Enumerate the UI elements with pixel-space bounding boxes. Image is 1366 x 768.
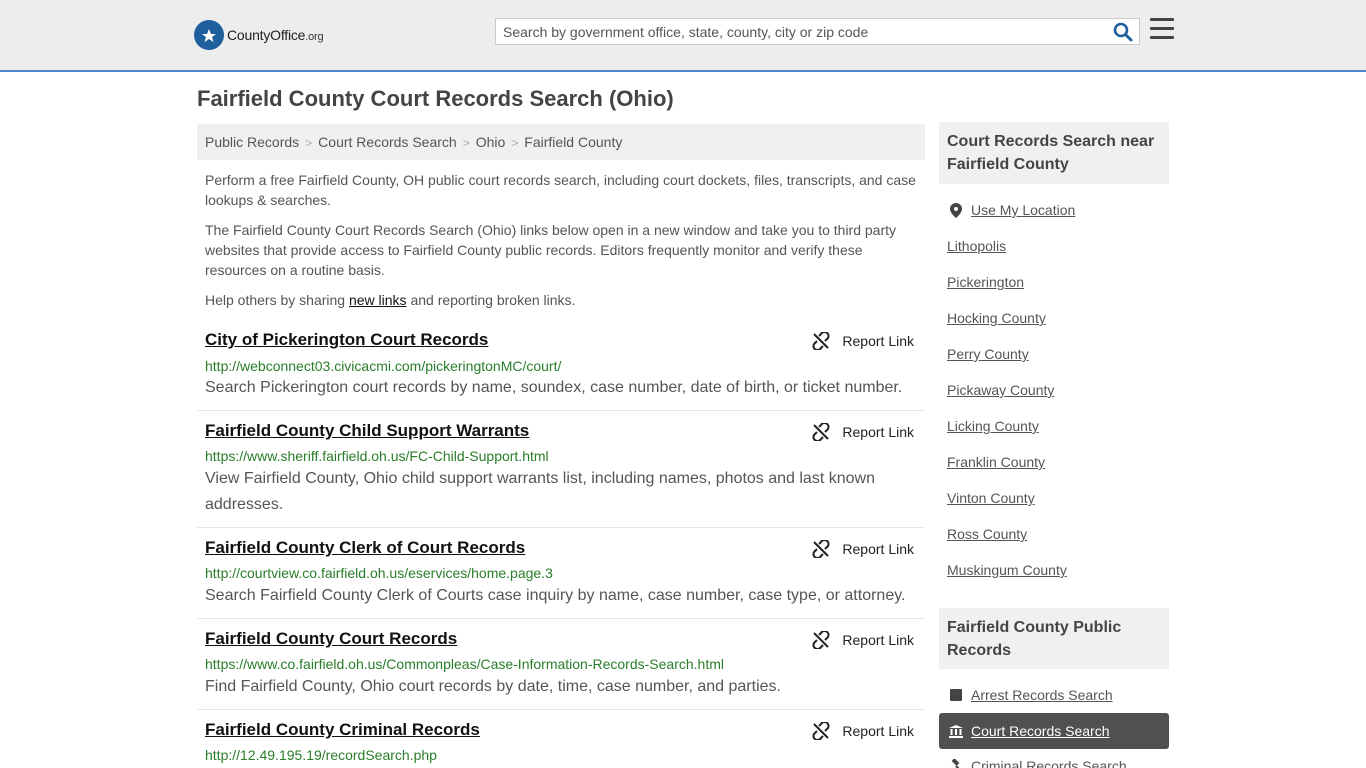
breadcrumb: Public Records > Court Records Search > Ohio… [197, 124, 925, 160]
search-box [495, 18, 1140, 45]
nearby-link-pickaway-county[interactable]: Pickaway County [947, 382, 1054, 398]
nearby-link-ross-county[interactable]: Ross County [947, 526, 1027, 542]
breadcrumb-ohio[interactable]: Ohio [476, 134, 506, 150]
result-title-link[interactable]: Fairfield County Court Records [205, 629, 457, 649]
result-url-link[interactable]: http://webconnect03.civicacmi.com/picker… [205, 358, 561, 374]
intro-text: Help others by sharing [205, 292, 349, 308]
result-description: Search Pickerington court records by nam… [205, 379, 903, 396]
logo-main-text: CountyOffice [227, 27, 306, 43]
courthouse-icon [949, 724, 963, 738]
report-link-label: Report Link [842, 723, 914, 739]
sidebar-item-court-records[interactable]: Court Records Search [939, 713, 1169, 749]
nearby-link-muskingum-county[interactable]: Muskingum County [947, 562, 1067, 578]
search-icon[interactable] [1113, 22, 1133, 42]
nearby-link-perry-county[interactable]: Perry County [947, 346, 1029, 362]
sidebar-public-records-heading: Fairfield County Public Records [939, 608, 1169, 669]
result-item: Fairfield County Criminal Records Report… [197, 720, 925, 768]
broken-link-icon [812, 423, 830, 441]
square-icon [949, 688, 963, 702]
result-item: City of Pickerington Court Records Repor… [197, 330, 925, 411]
nearby-link-franklin-county[interactable]: Franklin County [947, 454, 1045, 470]
new-links-link[interactable]: new links [349, 292, 407, 308]
sidebar-item-criminal-records[interactable]: Criminal Records Search [939, 749, 1169, 768]
report-link-button[interactable]: Report Link [812, 540, 914, 558]
report-link-label: Report Link [842, 424, 914, 440]
breadcrumb-separator: > [511, 136, 519, 150]
intro-paragraph-1: Perform a free Fairfield County, OH publ… [205, 172, 916, 208]
report-link-label: Report Link [842, 541, 914, 557]
broken-link-icon [812, 540, 830, 558]
result-item: Fairfield County Child Support Warrants … [197, 421, 925, 528]
nearby-link-vinton-county[interactable]: Vinton County [947, 490, 1035, 506]
result-description: Search Fairfield County Clerk of Courts … [205, 587, 906, 604]
sidebar-item-label[interactable]: Criminal Records Search [971, 758, 1127, 768]
result-url-link[interactable]: http://12.49.195.19/recordSearch.php [205, 747, 437, 763]
map-marker-icon [949, 202, 963, 218]
nearby-link-pickerington[interactable]: Pickerington [947, 274, 1024, 290]
logo-text: CountyOffice.org [227, 27, 324, 43]
sidebar-item-label[interactable]: Court Records Search [971, 723, 1110, 739]
result-item: Fairfield County Court Records Report Li… [197, 629, 925, 710]
result-url-link[interactable]: http://courtview.co.fairfield.oh.us/eser… [205, 565, 553, 581]
breadcrumb-separator: > [305, 136, 313, 150]
result-url-link[interactable]: https://www.sheriff.fairfield.oh.us/FC-C… [205, 448, 549, 464]
result-title-link[interactable]: Fairfield County Child Support Warrants [205, 421, 529, 441]
sidebar-item-arrest-records[interactable]: Arrest Records Search [939, 677, 1169, 713]
use-my-location-link[interactable]: Use My Location [971, 202, 1075, 218]
sidebar-nearby-heading: Court Records Search near Fairfield Coun… [939, 122, 1169, 184]
result-description: Find Fairfield County, Ohio court record… [205, 678, 781, 695]
logo-tld-text: .org [305, 31, 324, 43]
result-item: Fairfield County Clerk of Court Records … [197, 538, 925, 619]
report-link-button[interactable]: Report Link [812, 722, 914, 740]
nearby-link-licking-county[interactable]: Licking County [947, 418, 1039, 434]
page-title: Fairfield County Court Records Search (O… [197, 86, 674, 111]
broken-link-icon [812, 631, 830, 649]
result-title-link[interactable]: City of Pickerington Court Records [205, 330, 488, 350]
breadcrumb-court-records-search[interactable]: Court Records Search [318, 134, 457, 150]
hamburger-menu-icon[interactable] [1150, 18, 1174, 40]
nearby-link-hocking-county[interactable]: Hocking County [947, 310, 1046, 326]
intro-text: and reporting broken links. [406, 292, 576, 308]
report-link-label: Report Link [842, 333, 914, 349]
broken-link-icon [812, 722, 830, 740]
top-bar: CountyOffice.org [0, 0, 1366, 72]
breadcrumb-separator: > [462, 136, 470, 150]
report-link-button[interactable]: Report Link [812, 423, 914, 441]
intro-paragraph-2: The Fairfield County Court Records Searc… [205, 222, 897, 278]
sidebar-item-label[interactable]: Arrest Records Search [971, 687, 1113, 703]
report-link-button[interactable]: Report Link [812, 332, 914, 350]
result-title-link[interactable]: Fairfield County Clerk of Court Records [205, 538, 525, 558]
result-title-link[interactable]: Fairfield County Criminal Records [205, 720, 480, 740]
nearby-link-lithopolis[interactable]: Lithopolis [947, 238, 1006, 254]
breadcrumb-public-records[interactable]: Public Records [205, 134, 299, 150]
result-url-link[interactable]: https://www.co.fairfield.oh.us/Commonple… [205, 656, 724, 672]
gavel-icon [949, 758, 963, 768]
site-logo[interactable]: CountyOffice.org [194, 20, 324, 50]
broken-link-icon [812, 332, 830, 350]
logo-seal-icon [194, 20, 224, 50]
breadcrumb-fairfield-county[interactable]: Fairfield County [524, 134, 622, 150]
result-description: View Fairfield County, Ohio child suppor… [205, 470, 875, 513]
report-link-label: Report Link [842, 632, 914, 648]
intro-paragraph-3: Help others by sharing new links and rep… [205, 290, 920, 310]
use-my-location[interactable]: Use My Location [939, 192, 1169, 228]
report-link-button[interactable]: Report Link [812, 631, 914, 649]
search-input[interactable] [503, 22, 1103, 41]
